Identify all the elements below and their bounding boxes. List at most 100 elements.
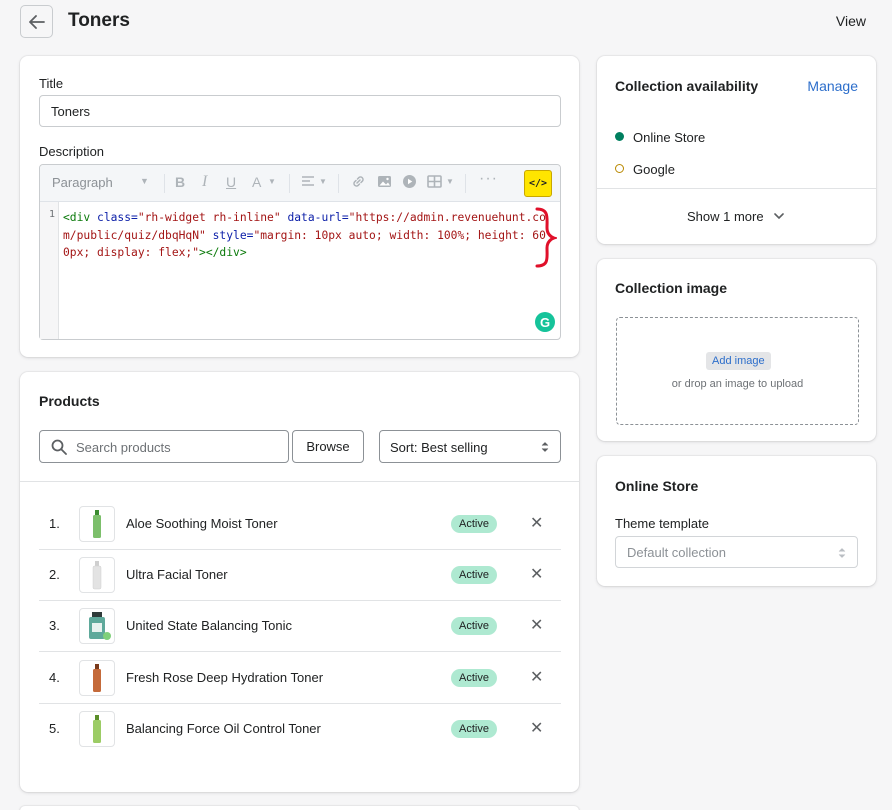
show-more-label: Show 1 more: [687, 209, 764, 224]
theme-template-value: Default collection: [627, 544, 726, 560]
search-products-input[interactable]: Search products: [39, 430, 289, 463]
product-number: 4.: [49, 670, 60, 685]
status-dot-google: [615, 164, 624, 173]
page-header: Toners View: [0, 0, 892, 44]
search-icon: [51, 439, 67, 455]
product-row[interactable]: 2. Ultra Facial Toner Active ✕: [39, 550, 561, 601]
product-name[interactable]: Fresh Rose Deep Hydration Toner: [126, 670, 323, 685]
link-icon[interactable]: [351, 174, 366, 192]
image-icon[interactable]: [377, 174, 392, 192]
product-name[interactable]: Balancing Force Oil Control Toner: [126, 721, 321, 736]
select-arrows-icon: [541, 442, 549, 452]
italic-icon[interactable]: I: [202, 173, 207, 191]
availability-card: Collection availability Manage Online St…: [597, 56, 876, 244]
text-color-icon[interactable]: A: [252, 174, 261, 190]
remove-icon[interactable]: ✕: [530, 564, 543, 584]
products-card: Products Search products Browse Sort: Be…: [20, 372, 579, 792]
grammarly-icon[interactable]: G: [535, 312, 555, 332]
product-name[interactable]: Ultra Facial Toner: [126, 567, 228, 582]
line-gutter: 1: [40, 202, 59, 339]
product-thumbnail: [79, 660, 115, 696]
image-drop-zone[interactable]: Add image or drop an image to upload: [616, 317, 859, 425]
product-thumbnail: [79, 506, 115, 542]
select-arrows-icon: [838, 548, 846, 558]
title-input[interactable]: Toners: [39, 95, 561, 127]
code-view-button[interactable]: </>: [524, 170, 552, 197]
theme-template-label: Theme template: [615, 516, 709, 531]
toolbar-divider: [338, 174, 339, 193]
bottle-icon: [93, 715, 101, 743]
online-store-title: Online Store: [615, 478, 699, 494]
title-input-value: Toners: [51, 103, 91, 119]
product-row[interactable]: 3. United State Balancing Tonic Active ✕: [39, 601, 561, 652]
online-store-card: Online Store Theme template Default coll…: [597, 456, 876, 586]
next-card: [20, 806, 579, 810]
show-more-button[interactable]: Show 1 more: [687, 209, 784, 224]
code-token: <div: [63, 211, 91, 224]
bold-icon[interactable]: B: [175, 174, 185, 190]
video-icon[interactable]: [402, 174, 417, 192]
products-divider: [20, 481, 579, 482]
manage-link[interactable]: Manage: [807, 78, 858, 94]
remove-icon[interactable]: ✕: [530, 615, 543, 635]
code-token: data-url=: [280, 211, 349, 224]
line-number: 1: [49, 209, 56, 220]
status-badge: Active: [451, 515, 497, 533]
product-number: 2.: [49, 567, 60, 582]
status-badge: Active: [451, 669, 497, 687]
product-thumbnail: [79, 711, 115, 747]
html-source[interactable]: <div class="rh-widget rh-inline" data-ur…: [63, 209, 548, 262]
status-badge: Active: [451, 617, 497, 635]
toolbar-divider: [465, 174, 466, 193]
product-row[interactable]: 5. Balancing Force Oil Control Toner Act…: [39, 704, 561, 755]
more-icon[interactable]: ···: [479, 170, 498, 188]
drop-hint: or drop an image to upload: [671, 378, 804, 390]
table-icon[interactable]: [427, 174, 442, 192]
underline-icon[interactable]: U: [226, 174, 236, 190]
product-number: 1.: [49, 516, 60, 531]
description-editor[interactable]: Paragraph ▼ B I U A ▼ ▼ ▼ ··· </> 1 <div…: [39, 164, 561, 340]
add-image-button[interactable]: Add image: [706, 352, 771, 370]
status-badge: Active: [451, 566, 497, 584]
arrow-left-icon: [28, 14, 45, 29]
product-row[interactable]: 1. Aloe Soothing Moist Toner Active ✕: [39, 499, 561, 550]
toolbar-divider: [164, 174, 165, 193]
product-row[interactable]: 4. Fresh Rose Deep Hydration Toner Activ…: [39, 653, 561, 704]
title-label: Title: [39, 76, 64, 91]
back-button[interactable]: [20, 5, 53, 38]
paragraph-select-label: Paragraph: [52, 175, 113, 190]
remove-icon[interactable]: ✕: [530, 513, 543, 533]
product-thumbnail: [79, 557, 115, 593]
channel-online-store: Online Store: [633, 130, 706, 145]
chevron-down-icon: [773, 213, 784, 220]
code-token: style=: [205, 228, 254, 242]
bottle-icon: [89, 612, 111, 640]
collection-image-card: Collection image Add image or drop an im…: [597, 259, 876, 441]
grammarly-letter: G: [539, 314, 551, 330]
editor-toolbar: Paragraph ▼ B I U A ▼ ▼ ▼ ··· </>: [40, 165, 560, 202]
view-link[interactable]: View: [836, 13, 866, 29]
align-icon[interactable]: [301, 174, 315, 191]
product-name[interactable]: United State Balancing Tonic: [126, 618, 292, 633]
remove-icon[interactable]: ✕: [530, 667, 543, 687]
code-icon: </>: [528, 178, 548, 189]
sort-select[interactable]: Sort: Best selling: [379, 430, 561, 463]
availability-title: Collection availability: [615, 78, 759, 94]
browse-button[interactable]: Browse: [292, 430, 364, 463]
chevron-down-icon: ▼: [268, 177, 276, 186]
status-dot-online-store: [615, 132, 624, 141]
remove-icon[interactable]: ✕: [530, 718, 543, 738]
page-title: Toners: [68, 10, 130, 31]
chevron-down-icon: ▼: [319, 177, 327, 186]
code-token: class=: [90, 211, 138, 224]
theme-template-select[interactable]: Default collection: [615, 536, 858, 568]
paragraph-select[interactable]: Paragraph: [52, 175, 113, 190]
chevron-down-icon: ▼: [140, 176, 149, 186]
product-name[interactable]: Aloe Soothing Moist Toner: [126, 516, 278, 531]
toolbar-divider: [289, 174, 290, 193]
description-label: Description: [39, 144, 105, 159]
availability-divider: [597, 188, 876, 189]
product-number: 5.: [49, 721, 60, 736]
chevron-down-icon: ▼: [446, 177, 454, 186]
product-number: 3.: [49, 618, 60, 633]
